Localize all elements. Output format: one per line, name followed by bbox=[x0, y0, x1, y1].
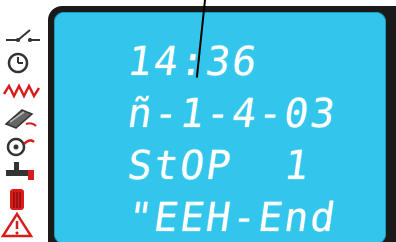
boiler-icon bbox=[0, 186, 46, 212]
flame-burner-icon bbox=[0, 104, 46, 130]
lcd-week-end-mode: "EEH-End bbox=[124, 195, 340, 241]
pump-fan-icon bbox=[0, 132, 46, 158]
device-panel: 14:36 ñ-1-4-03 StOP 1 "EEH-End bbox=[0, 0, 396, 242]
lcd-date-readout: ñ-1-4-03 bbox=[124, 91, 340, 137]
warning-triangle-icon bbox=[0, 212, 46, 238]
lcd-time-readout: 14:36 bbox=[124, 39, 262, 85]
lcd-program-status: StOP 1 bbox=[124, 143, 314, 189]
clock-icon bbox=[0, 50, 46, 76]
tap-water-icon bbox=[0, 158, 46, 184]
heating-zigzag-icon bbox=[0, 78, 46, 104]
status-icon-strip bbox=[0, 12, 46, 242]
switch-icon bbox=[0, 22, 46, 48]
